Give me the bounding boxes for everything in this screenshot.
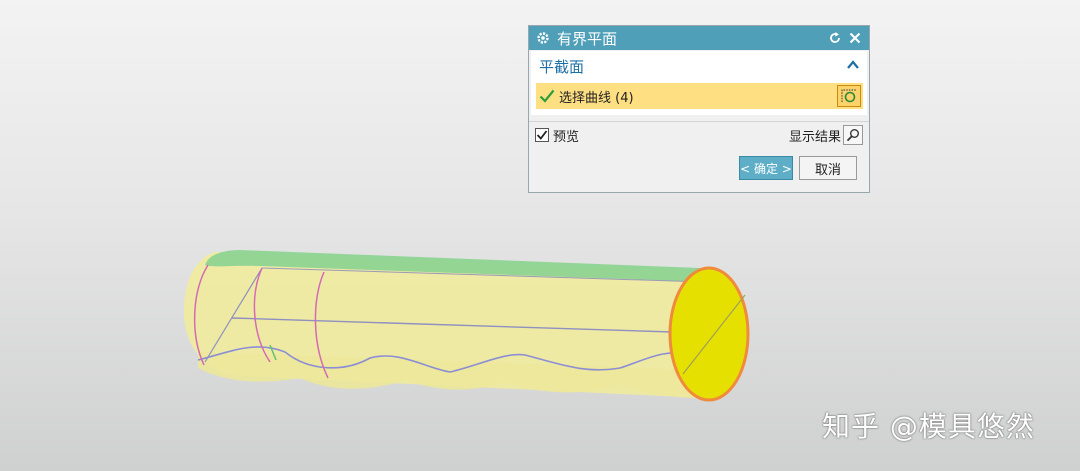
cylinder-end-face[interactable] — [668, 266, 750, 402]
section-group: 平截面 选择曲线 (4) — [531, 51, 867, 115]
preview-checkbox[interactable] — [535, 128, 549, 142]
section-label: 平截面 — [539, 57, 585, 76]
section-header[interactable]: 平截面 — [539, 55, 859, 77]
divider — [529, 121, 869, 122]
chevron-up-icon[interactable] — [847, 58, 859, 74]
dialog-buttons: < 确定 > 取消 — [529, 147, 869, 180]
magnifier-icon[interactable] — [843, 125, 863, 145]
close-icon[interactable] — [847, 30, 863, 46]
curve-select-icon[interactable] — [837, 85, 861, 107]
checkmark-icon — [539, 89, 559, 103]
bounded-plane-dialog: 有界平面 平截面 选择曲线 (4) 预览 显示结果 < 确定 > 取消 — [528, 25, 870, 193]
select-curve-label: 选择曲线 (4) — [559, 90, 634, 106]
watermark: 知乎 @模具悠然 — [822, 410, 1035, 443]
preview-label: 预览 — [553, 129, 580, 145]
options-row: 预览 显示结果 — [529, 123, 869, 147]
cancel-button[interactable]: 取消 — [799, 156, 857, 180]
reset-icon[interactable] — [827, 30, 843, 46]
gear-icon[interactable] — [535, 30, 551, 46]
ok-button[interactable]: < 确定 > — [739, 156, 793, 180]
show-result-label: 显示结果 — [788, 129, 841, 145]
dialog-title: 有界平面 — [557, 29, 618, 48]
dialog-titlebar[interactable]: 有界平面 — [529, 26, 869, 50]
select-curve-row[interactable]: 选择曲线 (4) — [536, 83, 863, 109]
